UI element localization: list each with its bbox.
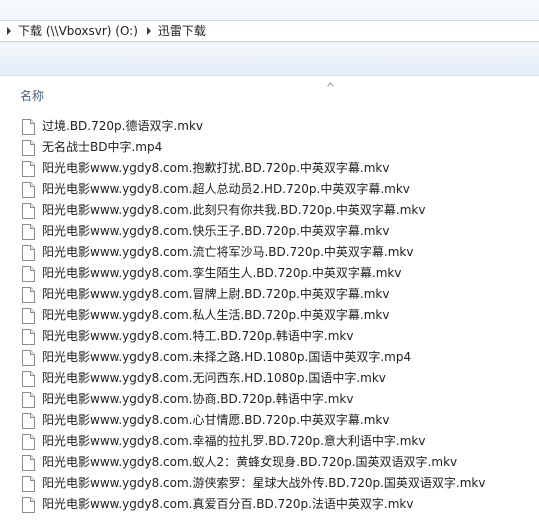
file-icon [22,119,35,135]
address-bar: 下载 (\\Vboxsvr) (O:) 迅雷下载 [0,0,539,44]
file-icon [22,224,35,240]
file-row[interactable]: 阳光电影www.ygdy8.com.游侠索罗：星球大战外传.BD.720p.国英… [0,473,539,494]
file-row[interactable]: 阳光电影www.ygdy8.com.特工.BD.720p.韩语中字.mkv [0,326,539,347]
breadcrumb-chevron-right-icon[interactable] [142,21,156,41]
file-name: 阳光电影www.ygdy8.com.超人总动员2.HD.720p.中英双字幕.m… [42,182,410,196]
file-name: 阳光电影www.ygdy8.com.快乐王子.BD.720p.中英双字幕.mkv [42,224,390,238]
file-icon [22,203,35,219]
file-row[interactable]: 阳光电影www.ygdy8.com.冒牌上尉.BD.720p.中英双字幕.mkv [0,284,539,305]
file-icon [22,497,35,513]
file-row[interactable]: 阳光电影www.ygdy8.com.心甘情愿.BD.720p.中英双字幕.mkv [0,410,539,431]
file-row[interactable]: 阳光电影www.ygdy8.com.快乐王子.BD.720p.中英双字幕.mkv [0,221,539,242]
file-row[interactable]: 阳光电影www.ygdy8.com.孪生陌生人.BD.720p.中英双字幕.mk… [0,263,539,284]
file-icon [22,350,35,366]
file-row[interactable]: 阳光电影www.ygdy8.com.抱歉打扰.BD.720p.中英双字幕.mkv [0,158,539,179]
sort-ascending-icon [327,82,334,87]
column-header-name[interactable]: 名称 [20,89,44,103]
file-row[interactable]: 阳光电影www.ygdy8.com.未择之路.HD.1080p.国语中英双字.m… [0,347,539,368]
column-header[interactable]: 名称 [0,76,539,109]
toolbar [0,44,539,76]
file-icon [22,287,35,303]
file-row[interactable]: 阳光电影www.ygdy8.com.私人生活.BD.720p.中英双字幕.mkv [0,305,539,326]
breadcrumb[interactable]: 下载 (\\Vboxsvr) (O:) 迅雷下载 [0,20,539,42]
file-name: 阳光电影www.ygdy8.com.孪生陌生人.BD.720p.中英双字幕.mk… [42,266,402,280]
file-row[interactable]: 阳光电影www.ygdy8.com.无问西东.HD.1080p.国语中字.mkv [0,368,539,389]
file-name: 阳光电影www.ygdy8.com.蚁人2：黄蜂女现身.BD.720p.国英双语… [42,455,458,469]
file-name: 阳光电影www.ygdy8.com.私人生活.BD.720p.中英双字幕.mkv [42,308,390,322]
file-row[interactable]: 阳光电影www.ygdy8.com.超人总动员2.HD.720p.中英双字幕.m… [0,179,539,200]
file-icon [22,434,35,450]
file-icon [22,329,35,345]
file-row[interactable]: 阳光电影www.ygdy8.com.协商.BD.720p.韩语中字.mkv [0,389,539,410]
file-name: 阳光电影www.ygdy8.com.冒牌上尉.BD.720p.中英双字幕.mkv [42,287,390,301]
file-name: 阳光电影www.ygdy8.com.真爱百分百.BD.720p.法语中英双字.m… [42,497,414,511]
file-icon [22,371,35,387]
breadcrumb-chevron-right-icon[interactable] [2,21,16,41]
explorer-window: 下载 (\\Vboxsvr) (O:) 迅雷下载 名称 过境.BD.720p.德… [0,0,539,526]
file-row[interactable]: 阳光电影www.ygdy8.com.此刻只有你共我.BD.720p.中英双字幕.… [0,200,539,221]
file-icon [22,413,35,429]
file-row[interactable]: 阳光电影www.ygdy8.com.流亡将军沙马.BD.720p.中英双字幕.m… [0,242,539,263]
file-icon [22,182,35,198]
file-name: 无名战士BD中字.mp4 [42,140,163,154]
breadcrumb-drive[interactable]: 下载 (\\Vboxsvr) (O:) [16,21,142,41]
file-name: 阳光电影www.ygdy8.com.特工.BD.720p.韩语中字.mkv [42,329,354,343]
breadcrumb-folder[interactable]: 迅雷下载 [156,21,210,41]
file-icon [22,476,35,492]
file-icon [22,455,35,471]
file-icon [22,266,35,282]
file-row[interactable]: 阳光电影www.ygdy8.com.蚁人2：黄蜂女现身.BD.720p.国英双语… [0,452,539,473]
file-name: 阳光电影www.ygdy8.com.游侠索罗：星球大战外传.BD.720p.国英… [42,476,486,490]
file-icon [22,161,35,177]
file-name: 阳光电影www.ygdy8.com.无问西东.HD.1080p.国语中字.mkv [42,371,386,385]
file-name: 阳光电影www.ygdy8.com.心甘情愿.BD.720p.中英双字幕.mkv [42,413,390,427]
file-icon [22,245,35,261]
file-name: 阳光电影www.ygdy8.com.流亡将军沙马.BD.720p.中英双字幕.m… [42,245,414,259]
file-row[interactable]: 无名战士BD中字.mp4 [0,137,539,158]
file-name: 过境.BD.720p.德语双字.mkv [42,119,203,133]
file-icon [22,392,35,408]
file-row[interactable]: 阳光电影www.ygdy8.com.真爱百分百.BD.720p.法语中英双字.m… [0,494,539,515]
file-name: 阳光电影www.ygdy8.com.幸福的拉扎罗.BD.720p.意大利语中字.… [42,434,426,448]
file-row[interactable]: 过境.BD.720p.德语双字.mkv [0,116,539,137]
file-name: 阳光电影www.ygdy8.com.抱歉打扰.BD.720p.中英双字幕.mkv [42,161,390,175]
file-icon [22,140,35,156]
file-row[interactable]: 阳光电影www.ygdy8.com.幸福的拉扎罗.BD.720p.意大利语中字.… [0,431,539,452]
file-icon [22,308,35,324]
file-list: 过境.BD.720p.德语双字.mkv 无名战士BD中字.mp4 阳光电影www.y… [0,116,539,515]
file-name: 阳光电影www.ygdy8.com.此刻只有你共我.BD.720p.中英双字幕.… [42,203,426,217]
file-name: 阳光电影www.ygdy8.com.协商.BD.720p.韩语中字.mkv [42,392,354,406]
file-name: 阳光电影www.ygdy8.com.未择之路.HD.1080p.国语中英双字.m… [42,350,412,364]
